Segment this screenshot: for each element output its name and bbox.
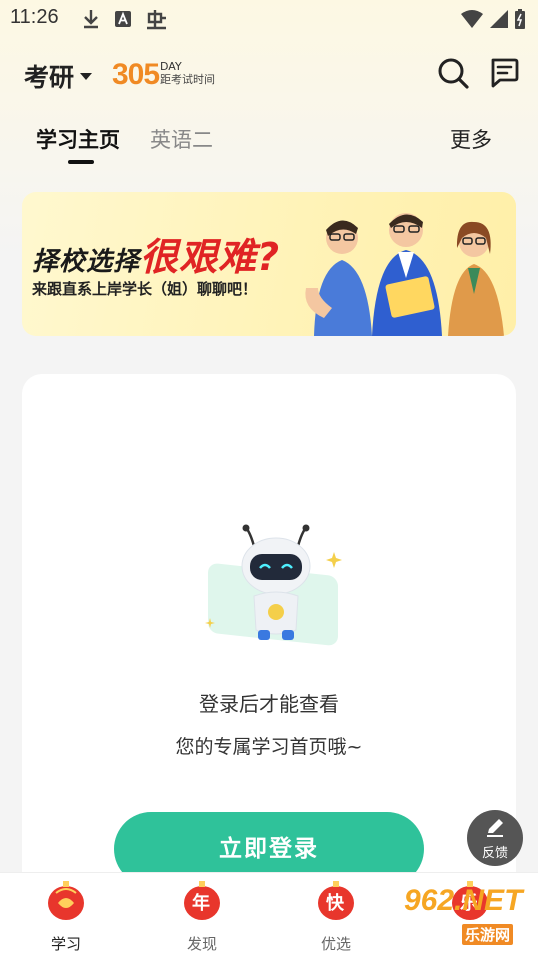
download-icon (84, 10, 98, 29)
tab-discover-label: 发现 (186, 935, 217, 953)
status-bar: 11:26 (0, 0, 538, 36)
exam-selector[interactable]: 考研 (24, 58, 93, 94)
banner-subtitle: 来跟直系上岸学长（姐）聊聊吧！ (32, 280, 258, 298)
text-a-icon (115, 11, 131, 27)
banner-title-prefix: 择校选择 (32, 247, 141, 277)
selected-icon-char: 快 (326, 893, 344, 914)
feedback-button[interactable]: 反馈 (467, 810, 523, 866)
signal-icon (490, 10, 508, 28)
message-icon[interactable] (488, 56, 520, 90)
study-lantern-icon (48, 881, 84, 920)
edit-icon (487, 819, 503, 837)
tab-selected[interactable]: 快 优选 (286, 877, 386, 953)
discover-icon-char: 年 (192, 893, 210, 914)
feedback-label: 反馈 (481, 846, 508, 861)
day-unit: DAY (160, 60, 182, 73)
watermark-text: 962.NET (404, 884, 523, 917)
tab-active-indicator (68, 160, 94, 164)
exam-label: 考研 (24, 63, 75, 92)
countdown-days: 305 (112, 58, 160, 91)
promo-banner[interactable]: 择校选择很艰难? 来跟直系上岸学长（姐）聊聊吧！ (22, 192, 516, 336)
robot-mascot-icon (205, 524, 342, 646)
banner-title-highlight: 很艰难? (140, 235, 281, 279)
watermark-sub: 乐游网 (462, 924, 514, 945)
more-tabs-button[interactable]: 更多 (450, 124, 492, 154)
people-illustration (305, 213, 504, 336)
tab-study-home[interactable]: 学习主页 (36, 124, 120, 154)
tab-bar-top: 学习主页 英语二 更多 (0, 116, 538, 166)
tab-selected-label: 优选 (320, 935, 351, 953)
empty-message-line1: 登录后才能查看 (199, 692, 339, 716)
battery-icon (515, 9, 525, 29)
wifi-icon (461, 10, 483, 28)
banner-title: 择校选择很艰难? (32, 226, 280, 281)
search-icon[interactable] (436, 56, 470, 90)
tab-english[interactable]: 英语二 (150, 124, 213, 154)
empty-message-line2: 您的专属学习首页哦~ (175, 736, 363, 758)
tab-discover[interactable]: 年 发现 (152, 877, 252, 953)
caret-down-icon (80, 72, 93, 80)
content-card: 登录后才能查看 您的专属学习首页哦~ 立即登录 (22, 374, 516, 956)
bug-icon (147, 10, 166, 30)
day-caption: 距考试时间 (160, 73, 215, 86)
status-time: 11:26 (10, 6, 59, 28)
app-header: 考研 305 DAY 距考试时间 (0, 48, 538, 104)
tab-study[interactable]: 学习 (16, 877, 116, 953)
tab-study-label: 学习 (50, 935, 81, 953)
site-watermark: 962.NET 乐游网 (398, 880, 532, 950)
countdown-caption: DAY 距考试时间 (160, 60, 215, 86)
